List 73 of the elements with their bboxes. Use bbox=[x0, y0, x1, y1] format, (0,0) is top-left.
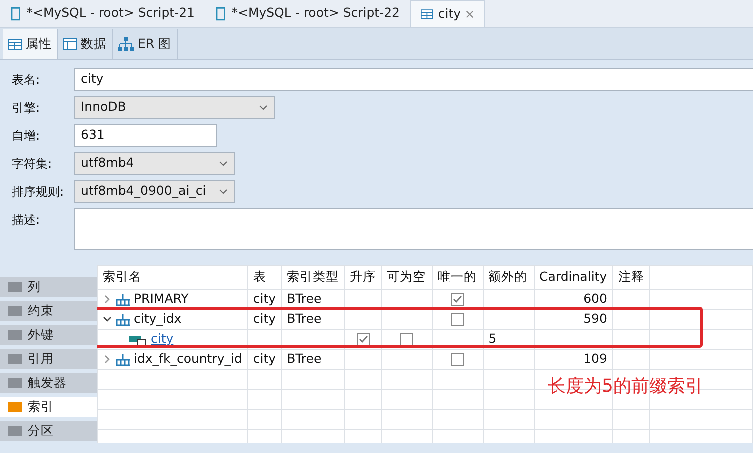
index-icon bbox=[116, 314, 130, 326]
column-header: 注释 bbox=[612, 266, 650, 290]
column-header: 可为空 bbox=[382, 266, 432, 290]
table-icon bbox=[8, 38, 22, 50]
index-name: idx_fk_country_id bbox=[134, 350, 242, 368]
editor-tab[interactable]: *<MySQL - root> Script-22 bbox=[205, 0, 410, 27]
table-cell: city bbox=[253, 291, 276, 306]
column-header: 唯一的 bbox=[432, 266, 484, 290]
folder-icon bbox=[8, 378, 22, 388]
field-label: 表名: bbox=[12, 72, 42, 89]
script-icon bbox=[10, 6, 22, 20]
folder-icon bbox=[8, 330, 22, 340]
dropdown[interactable]: InnoDB bbox=[74, 96, 275, 119]
column-header: Cardinality bbox=[534, 266, 613, 290]
table-cell: 109 bbox=[584, 351, 608, 366]
column-header: 索引名 bbox=[98, 266, 248, 290]
checkbox[interactable] bbox=[400, 333, 414, 346]
chevron-down-icon bbox=[259, 104, 268, 110]
sub-tab[interactable]: 数据 bbox=[58, 29, 113, 59]
table-icon bbox=[421, 8, 434, 20]
folder-icon bbox=[8, 306, 22, 316]
table-cell: BTree bbox=[287, 311, 322, 326]
folder-icon bbox=[8, 426, 22, 436]
side-nav-item[interactable]: 分区 bbox=[0, 421, 97, 441]
table-cell: BTree bbox=[287, 291, 322, 306]
table-cell: city bbox=[253, 311, 276, 326]
side-nav-item[interactable]: 约束 bbox=[0, 301, 97, 321]
table-cell: 5 bbox=[488, 331, 497, 346]
input-field[interactable]: 631 bbox=[74, 124, 217, 147]
table-cell: 600 bbox=[584, 291, 608, 306]
chevron-down-icon bbox=[219, 160, 228, 166]
column-header: 升序 bbox=[344, 266, 382, 290]
table-cell: BTree bbox=[287, 351, 322, 366]
side-nav-item[interactable]: 引用 bbox=[0, 349, 97, 369]
input-field[interactable]: city bbox=[74, 68, 753, 91]
column-header: 额外的 bbox=[483, 266, 534, 290]
side-nav-item[interactable]: 索引 bbox=[0, 397, 97, 417]
checkbox[interactable] bbox=[451, 293, 464, 306]
side-nav-item[interactable]: 触发器 bbox=[0, 373, 97, 393]
index-name: PRIMARY bbox=[134, 290, 189, 308]
column-header: 表 bbox=[248, 266, 282, 290]
index-icon bbox=[116, 294, 130, 306]
checkbox[interactable] bbox=[451, 353, 464, 366]
dropdown[interactable]: utf8mb4 bbox=[74, 152, 235, 175]
field-label: 自增: bbox=[12, 128, 42, 145]
checkbox[interactable] bbox=[451, 313, 464, 326]
column-link[interactable]: city bbox=[151, 330, 174, 349]
diagram-icon bbox=[118, 37, 134, 51]
sub-tab[interactable]: ER 图 bbox=[113, 29, 178, 59]
chevron-down-icon bbox=[219, 188, 228, 194]
field-label: 描述: bbox=[12, 212, 42, 229]
table-cell: 590 bbox=[584, 311, 608, 326]
editor-tab[interactable]: *<MySQL - root> Script-21 bbox=[0, 0, 205, 27]
annotation-text: 长度为5的前缀索引 bbox=[548, 375, 704, 399]
checkbox[interactable] bbox=[356, 333, 370, 346]
editor-tab[interactable]: city bbox=[410, 0, 485, 27]
folder-icon bbox=[8, 282, 22, 292]
field-label: 字符集: bbox=[12, 156, 54, 173]
folder-icon bbox=[8, 354, 22, 364]
column-header: 索引类型 bbox=[282, 266, 345, 290]
script-icon bbox=[215, 6, 227, 20]
index-name: city_idx bbox=[134, 310, 182, 328]
folder-icon bbox=[8, 402, 22, 412]
field-label: 引擎: bbox=[12, 100, 42, 117]
column-icon bbox=[129, 334, 147, 346]
side-nav-item[interactable]: 列 bbox=[0, 277, 97, 297]
field-label: 排序规则: bbox=[12, 184, 66, 201]
dropdown[interactable]: utf8mb4_0900_ai_ci bbox=[74, 180, 235, 203]
sub-tab[interactable]: 属性 bbox=[3, 29, 58, 59]
side-nav-item[interactable]: 外键 bbox=[0, 325, 97, 345]
index-icon bbox=[116, 354, 130, 366]
table-cell: city bbox=[253, 351, 276, 366]
data-grid-icon bbox=[63, 38, 77, 50]
